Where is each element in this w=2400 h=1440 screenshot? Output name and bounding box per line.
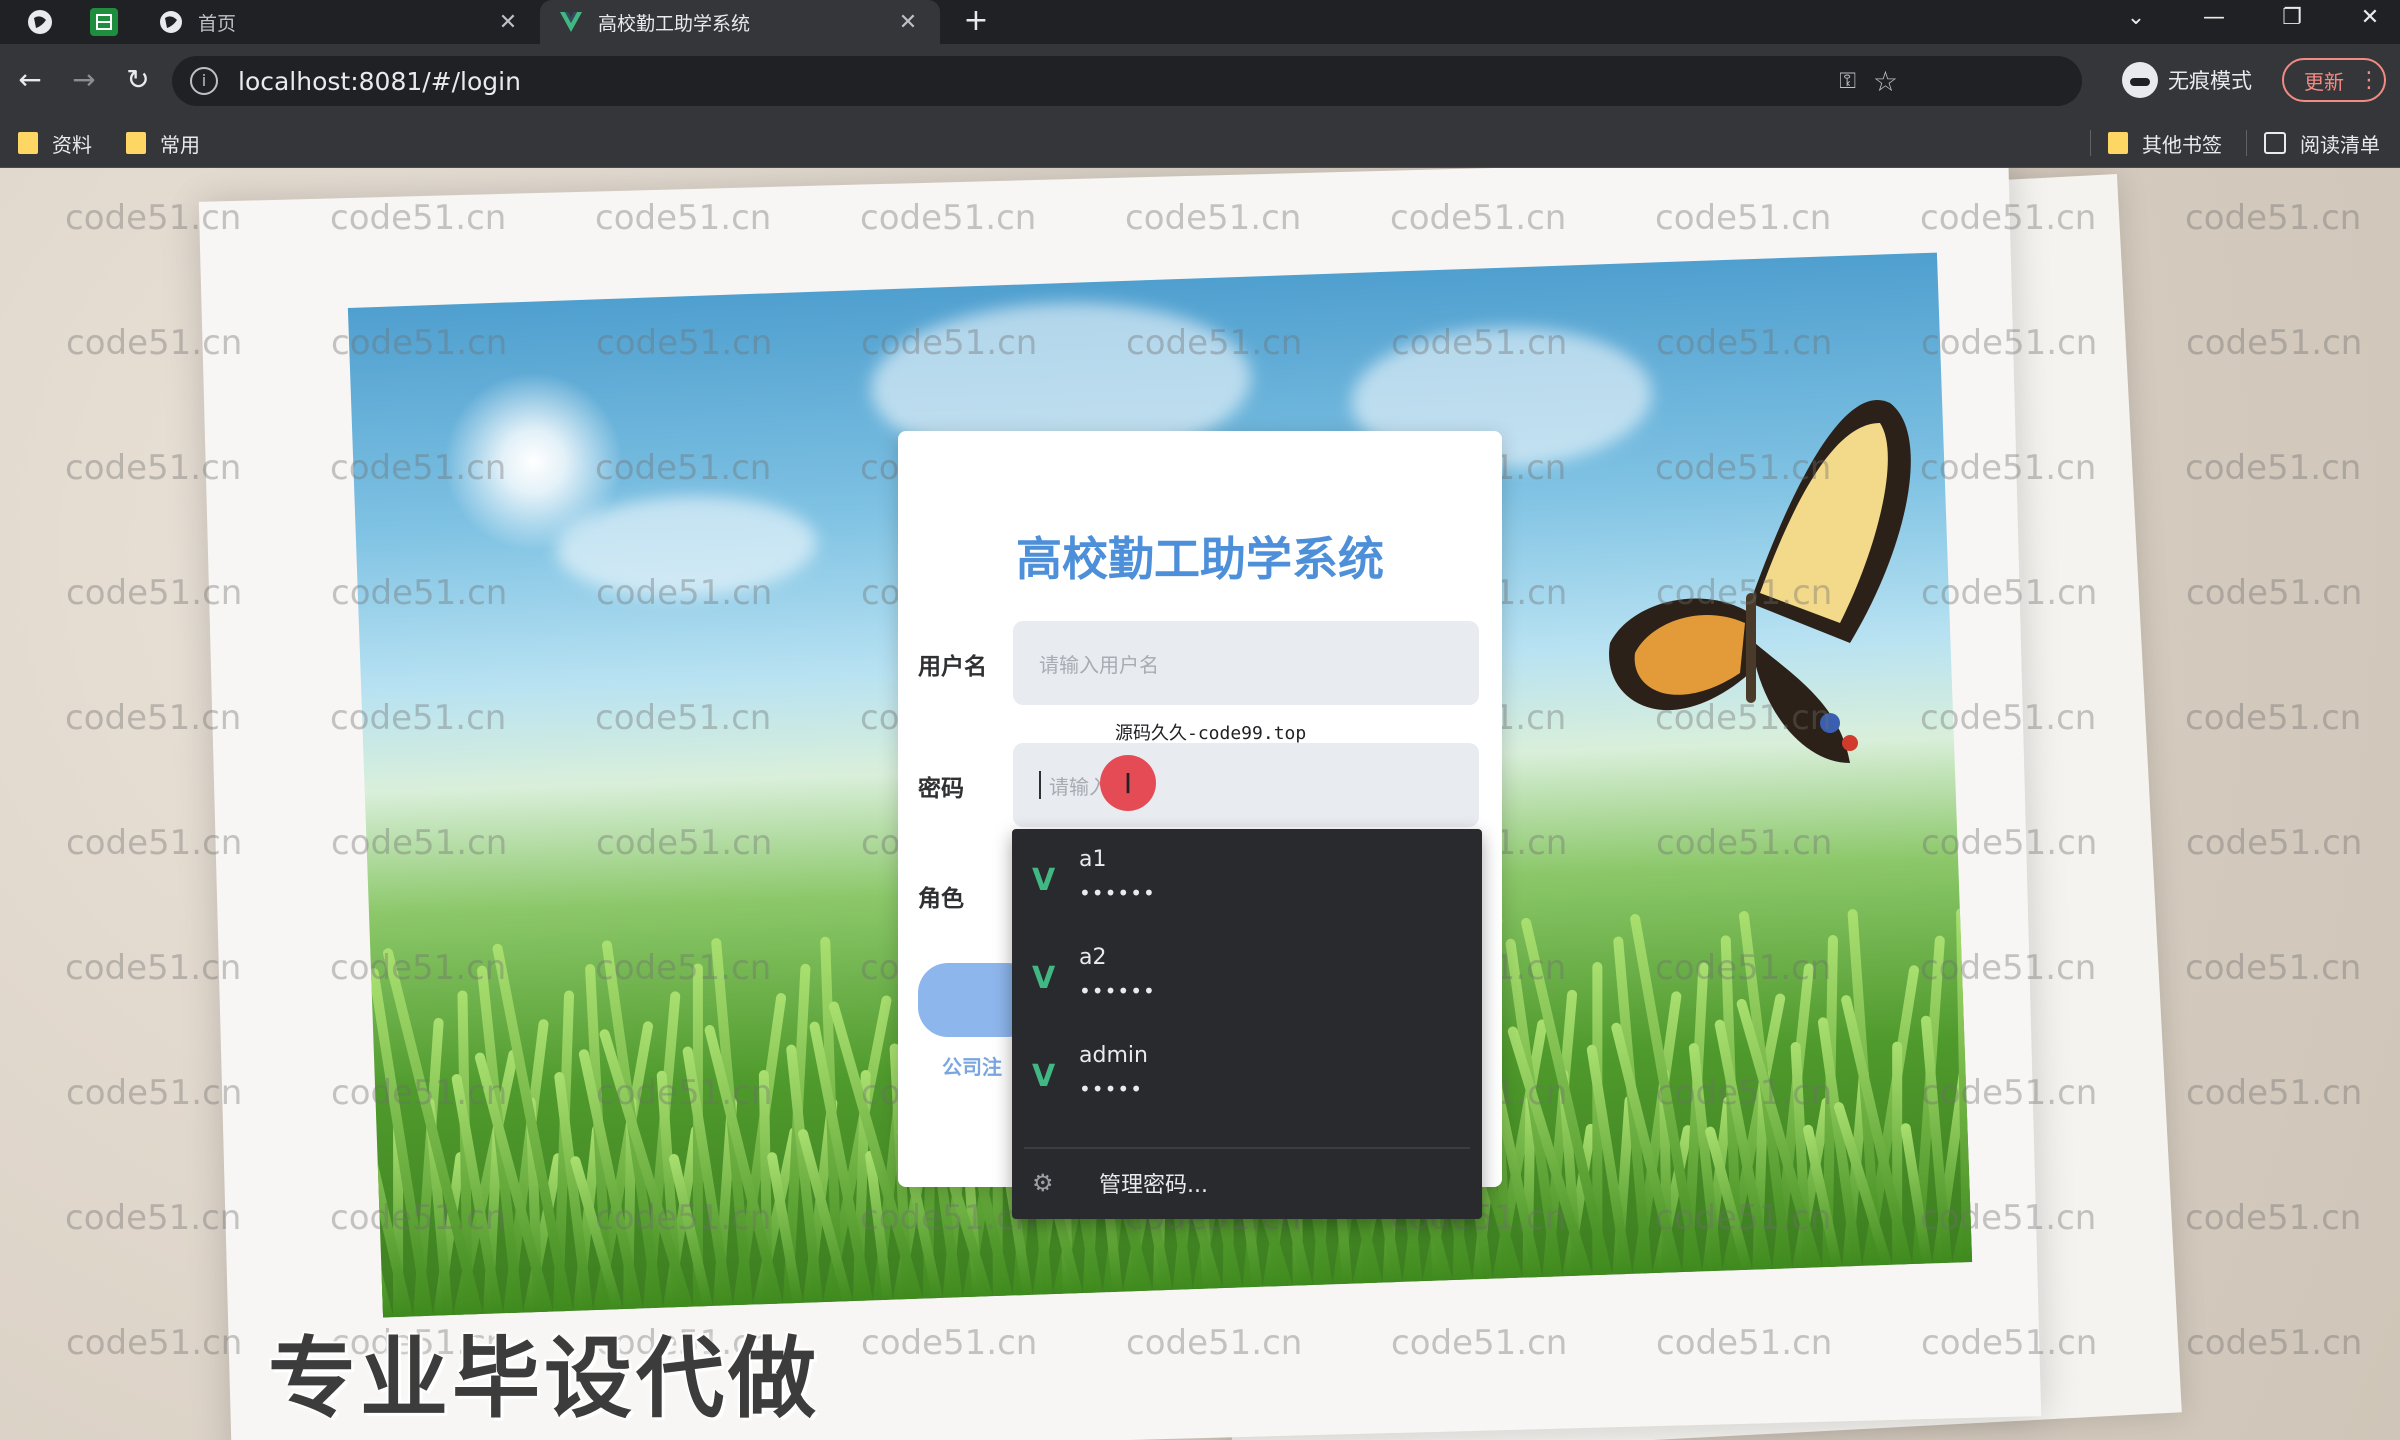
url-text: localhost:8081/#/login — [238, 66, 521, 96]
vue-logo-icon: V — [1032, 961, 1056, 996]
key-icon[interactable]: ⚿ — [1839, 69, 1856, 94]
password-input[interactable]: 请输入 — [1013, 743, 1479, 827]
autofill-password: •••••• — [1079, 881, 1156, 905]
bookmark-folder[interactable]: 常用 — [126, 128, 200, 158]
minimize-button[interactable]: — — [2184, 0, 2244, 36]
vue-logo-icon: V — [1032, 1059, 1056, 1094]
tab-title: 高校勤工助学系统 — [598, 12, 751, 35]
folder-icon — [126, 132, 146, 154]
forward-button[interactable]: → — [62, 58, 106, 102]
tab-strip: 首页 ✕ 高校勤工助学系统 ✕ + ⌄ — ❐ ✕ — [0, 0, 2400, 44]
register-link[interactable]: 公司注 — [942, 1051, 1002, 1080]
password-label: 密码 — [918, 776, 964, 802]
incognito-indicator[interactable]: 无痕模式 — [2122, 58, 2252, 102]
bookmark-star-icon[interactable]: ☆ — [1873, 65, 1898, 98]
tab-title: 首页 — [198, 12, 237, 35]
bookmark-label: 阅读清单 — [2300, 132, 2380, 157]
autofill-username: admin — [1079, 1043, 1148, 1068]
password-autofill-dropdown: V a1 •••••• V a2 •••••• V admin ••••• ⚙ … — [1012, 829, 1482, 1219]
promo-text: 专业毕设代做 — [268, 1327, 821, 1430]
manage-passwords-label: 管理密码... — [1099, 1173, 1208, 1198]
more-menu-icon: ⋮ — [2358, 67, 2380, 93]
page-title: 高校勤工助学系统 — [1016, 532, 1384, 586]
tab-login[interactable]: 高校勤工助学系统 ✕ — [540, 0, 940, 44]
manage-passwords-item[interactable]: ⚙ 管理密码... — [1012, 1151, 1482, 1215]
watermark-text: code51.cn — [2185, 698, 2362, 738]
divider — [2090, 130, 2091, 156]
back-button[interactable]: ← — [8, 58, 52, 102]
watermark-text: code51.cn — [2185, 448, 2362, 488]
cursor-highlight: I — [1100, 755, 1156, 811]
autofill-username: a2 — [1079, 945, 1107, 970]
other-bookmarks[interactable]: 其他书签 — [2108, 128, 2222, 158]
browser-toolbar: ← → ↻ i localhost:8081/#/login ⚿ ☆ 无痕模式 … — [0, 44, 2400, 118]
autofill-password: •••••• — [1079, 979, 1156, 1003]
folder-icon — [2108, 132, 2128, 154]
username-label: 用户名 — [918, 654, 987, 680]
text-caret — [1039, 771, 1041, 799]
gear-icon: ⚙ — [1032, 1169, 1054, 1197]
username-input[interactable]: 请输入用户名 — [1013, 621, 1479, 705]
reload-button[interactable]: ↻ — [116, 58, 160, 102]
bookmark-label: 其他书签 — [2142, 132, 2222, 157]
watermark-text: code51.cn — [2186, 573, 2363, 613]
autofill-item[interactable]: V a1 •••••• — [1012, 829, 1482, 927]
role-label: 角色 — [918, 886, 964, 912]
vue-logo-icon: V — [1032, 863, 1056, 898]
browser-globe-icon[interactable] — [26, 8, 54, 36]
watermark-text: code51.cn — [2185, 948, 2362, 988]
close-window-button[interactable]: ✕ — [2340, 0, 2400, 36]
promo-small-text: 源码久久-code99.top — [1115, 723, 1307, 744]
address-bar[interactable]: i localhost:8081/#/login ⚿ ☆ — [172, 56, 2082, 106]
watermark-text: code51.cn — [65, 948, 242, 988]
autofill-item[interactable]: V admin ••••• — [1012, 1025, 1482, 1123]
new-tab-button[interactable]: + — [958, 6, 994, 38]
incognito-label: 无痕模式 — [2168, 69, 2252, 93]
autofill-username: a1 — [1079, 847, 1107, 872]
butterfly-image — [1609, 399, 1911, 763]
watermark-text: code51.cn — [65, 1198, 242, 1238]
username-placeholder: 请输入用户名 — [1039, 652, 1159, 677]
watermark-text: code51.cn — [2186, 823, 2363, 863]
sheet-app-icon[interactable] — [90, 8, 118, 36]
restore-button[interactable]: ❐ — [2262, 0, 2322, 36]
globe-icon — [158, 9, 184, 35]
info-icon[interactable]: i — [190, 67, 218, 95]
tab-search-icon[interactable]: ⌄ — [2106, 0, 2166, 36]
bookmarks-bar: 资料 常用 其他书签 阅读清单 — [0, 118, 2400, 168]
reading-list-icon — [2264, 132, 2286, 154]
folder-icon — [18, 132, 38, 154]
update-button[interactable]: 更新 ⋮ — [2282, 58, 2386, 102]
vue-logo-icon — [558, 9, 584, 35]
divider — [2246, 130, 2247, 156]
close-icon[interactable]: ✕ — [894, 10, 922, 35]
tab-home[interactable]: 首页 ✕ — [140, 0, 540, 44]
bookmark-label: 资料 — [52, 132, 92, 157]
watermark-text: code51.cn — [2185, 198, 2362, 238]
text-cursor-icon: I — [1123, 766, 1133, 800]
watermark-text: code51.cn — [66, 1073, 243, 1113]
watermark-text: code51.cn — [2186, 323, 2363, 363]
watermark-text: code51.cn — [66, 1323, 243, 1363]
bookmark-folder[interactable]: 资料 — [18, 128, 92, 158]
autofill-password: ••••• — [1079, 1077, 1143, 1101]
reading-list[interactable]: 阅读清单 — [2264, 128, 2380, 158]
autofill-item[interactable]: V a2 •••••• — [1012, 927, 1482, 1025]
watermark-text: code51.cn — [2185, 1198, 2362, 1238]
divider — [1024, 1147, 1470, 1149]
update-label: 更新 — [2304, 69, 2344, 94]
watermark-text: code51.cn — [2186, 1323, 2363, 1363]
bookmark-label: 常用 — [160, 132, 200, 157]
incognito-icon — [2122, 62, 2158, 98]
watermark-text: code51.cn — [2186, 1073, 2363, 1113]
close-icon[interactable]: ✕ — [494, 10, 522, 35]
